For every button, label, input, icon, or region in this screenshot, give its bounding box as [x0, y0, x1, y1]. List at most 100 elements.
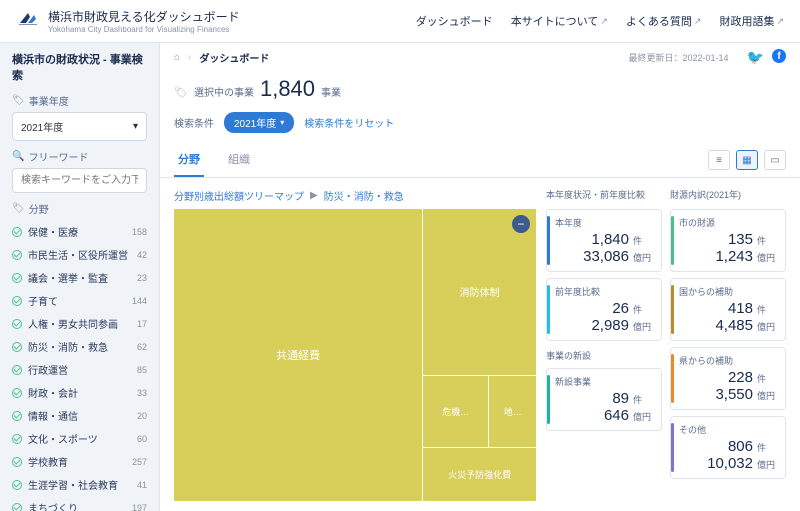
category-list: 保健・医療158市民生活・区役所運営42議会・選挙・監査23子育て144人権・男… [12, 220, 147, 511]
view-btn-treemap[interactable]: ▦ [736, 150, 758, 170]
external-link-icon: ↗ [600, 16, 608, 27]
card-national-subsidy[interactable]: 国からの補助 418件 4,485億円 [670, 278, 786, 341]
tab-bar: 分野 組織 ≡ ▦ ▭ [160, 143, 800, 178]
view-btn-card[interactable]: ▭ [764, 150, 786, 170]
category-count: 17 [137, 319, 147, 329]
selected-count-row: 🏷 選択中の事業 1,840 事業 [160, 72, 800, 108]
nav-dashboard[interactable]: ダッシュボード [416, 13, 493, 29]
category-count: 41 [137, 480, 147, 490]
top-nav: ダッシュボード 本サイトについて↗ よくある質問↗ 財政用語集↗ [416, 13, 784, 29]
category-item[interactable]: 情報・通信20 [12, 404, 147, 427]
fiscal-year-label: 🏷事業年度 [12, 93, 147, 108]
category-count: 158 [132, 227, 147, 237]
category-item[interactable]: 生涯学習・社会教育41 [12, 473, 147, 496]
view-btn-bar[interactable]: ≡ [708, 150, 730, 170]
category-name: 議会・選挙・監査 [28, 270, 137, 285]
category-name: まちづくり [28, 500, 132, 511]
chevron-right-icon: ▶ [310, 190, 318, 201]
category-count: 85 [137, 365, 147, 375]
category-item[interactable]: 文化・スポーツ60 [12, 427, 147, 450]
tag-icon: 🏷 [12, 203, 25, 214]
treemap-breadcrumb: 分野別歳出総額ツリーマップ ▶ 防災・消防・救急 [174, 188, 536, 203]
card-new-projects[interactable]: 新設事業 89件 646億円 [546, 368, 662, 431]
dashboard-content: 分野別歳出総額ツリーマップ ▶ 防災・消防・救急 共通経費 消防体制 − [160, 178, 800, 511]
filter-pill-year[interactable]: 2021年度 [224, 112, 294, 133]
category-name: 市民生活・区役所運営 [28, 247, 137, 262]
category-item[interactable]: 財政・会計33 [12, 381, 147, 404]
treemap-path-current: 防災・消防・救急 [324, 188, 404, 203]
category-count: 144 [132, 296, 147, 306]
tab-organization[interactable]: 組織 [224, 143, 254, 177]
category-item[interactable]: 保健・医療158 [12, 220, 147, 243]
facebook-icon[interactable]: f [772, 49, 786, 63]
category-item[interactable]: まちづくり197 [12, 496, 147, 511]
check-icon [12, 273, 22, 283]
nav-faq[interactable]: よくある質問↗ [626, 13, 702, 29]
stats-panel: 本年度状況・前年度比較 本年度 1,840件 33,086億円 前年度比較 26… [546, 188, 786, 501]
category-item[interactable]: 子育て144 [12, 289, 147, 312]
card-other-source[interactable]: その他 806件 10,032億円 [670, 416, 786, 479]
treemap-node[interactable]: 火災予防強化費 [423, 448, 536, 501]
category-item[interactable]: 人権・男女共同参画17 [12, 312, 147, 335]
category-item[interactable]: 学校教育257 [12, 450, 147, 473]
nav-about[interactable]: 本サイトについて↗ [511, 13, 608, 29]
card-prev-year[interactable]: 前年度比較 26件 2,989億円 [546, 278, 662, 341]
twitter-icon[interactable]: 🐦 [747, 49, 764, 66]
stats-new-header: 事業の新設 [546, 349, 662, 362]
check-icon [12, 457, 22, 467]
check-icon [12, 296, 22, 306]
treemap-collapse-button[interactable]: − [512, 215, 530, 233]
check-icon [12, 434, 22, 444]
main-area: ⌂ › ダッシュボード 最終更新日：2022-01-14 🐦 f 🏷 選択中の事… [160, 43, 800, 511]
home-icon[interactable]: ⌂ [174, 52, 180, 63]
check-icon [12, 250, 22, 260]
site-title-en: Yokohama City Dashboard for Visualizing … [48, 25, 240, 34]
category-name: 保健・医療 [28, 224, 132, 239]
category-count: 42 [137, 250, 147, 260]
category-name: 生涯学習・社会教育 [28, 477, 137, 492]
category-item[interactable]: 行政運営85 [12, 358, 147, 381]
check-icon [12, 388, 22, 398]
card-city-source[interactable]: 市の財源 135件 1,243億円 [670, 209, 786, 272]
nav-glossary[interactable]: 財政用語集↗ [719, 13, 784, 29]
category-item[interactable]: 市民生活・区役所運営42 [12, 243, 147, 266]
check-icon [12, 480, 22, 490]
chevron-right-icon: › [188, 52, 191, 63]
category-name: 学校教育 [28, 454, 132, 469]
stats-left-header: 本年度状況・前年度比較 [546, 188, 662, 201]
freeword-input[interactable] [12, 168, 147, 193]
treemap-chart[interactable]: 共通経費 消防体制 − 危機… 地… 火災予防強化費 [174, 209, 536, 501]
category-item[interactable]: 防災・消防・救急62 [12, 335, 147, 358]
top-header: 横浜市財政見える化ダッシュボード Yokohama City Dashboard… [0, 0, 800, 43]
selected-count-number: 1,840 [260, 76, 315, 102]
treemap-node[interactable]: 消防体制 − [423, 209, 536, 375]
category-name: 情報・通信 [28, 408, 137, 423]
brand-block: 横浜市財政見える化ダッシュボード Yokohama City Dashboard… [48, 8, 240, 34]
tab-field[interactable]: 分野 [174, 143, 204, 177]
chevron-down-icon: ▾ [133, 121, 138, 132]
category-count: 60 [137, 434, 147, 444]
external-link-icon: ↗ [776, 16, 784, 27]
treemap-path-root[interactable]: 分野別歳出総額ツリーマップ [174, 188, 304, 203]
check-icon [12, 319, 22, 329]
category-name: 子育て [28, 293, 132, 308]
breadcrumb-current: ダッシュボード [199, 50, 269, 65]
category-count: 62 [137, 342, 147, 352]
card-current-year[interactable]: 本年度 1,840件 33,086億円 [546, 209, 662, 272]
treemap-node[interactable]: 危機… [423, 376, 488, 447]
treemap-node[interactable]: 共通経費 [174, 209, 422, 501]
treemap-node[interactable]: 地… [489, 376, 536, 447]
sidebar-title: 横浜市の財政状況 - 事業検索 [12, 51, 147, 83]
category-item[interactable]: 議会・選挙・監査23 [12, 266, 147, 289]
fiscal-year-select[interactable]: 2021年度▾ [12, 112, 147, 141]
search-icon: 🔍 [12, 151, 24, 162]
treemap-panel: 分野別歳出総額ツリーマップ ▶ 防災・消防・救急 共通経費 消防体制 − [174, 188, 536, 501]
stats-right-header: 財源内訳(2021年) [670, 188, 786, 201]
card-prefectural-subsidy[interactable]: 県からの補助 228件 3,550億円 [670, 347, 786, 410]
category-count: 33 [137, 388, 147, 398]
category-count: 23 [137, 273, 147, 283]
category-name: 行政運営 [28, 362, 137, 377]
category-name: 防災・消防・救急 [28, 339, 137, 354]
reset-filters-link[interactable]: 検索条件をリセット [304, 115, 394, 130]
last-updated: 最終更新日：2022-01-14 [629, 51, 729, 64]
